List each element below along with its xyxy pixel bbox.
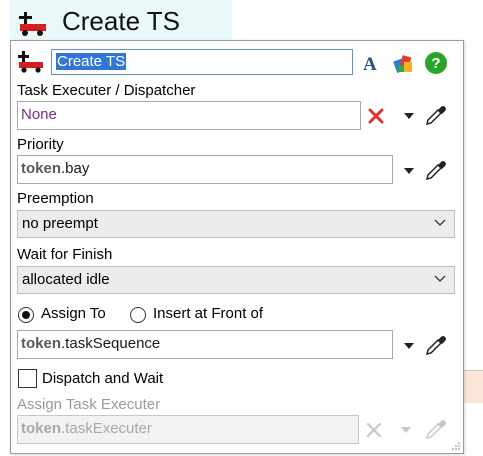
assign-task-executer-value: .taskExecuter (61, 420, 152, 437)
chevron-down-icon (434, 219, 446, 226)
eyedropper-icon[interactable] (424, 333, 448, 357)
assign-to-radio[interactable] (18, 307, 34, 323)
activity-name-input[interactable]: Create TS (51, 49, 353, 75)
insert-at-front-label: Insert at Front of (153, 305, 264, 322)
resize-grip-icon[interactable] (451, 441, 461, 451)
background-strip (462, 370, 483, 403)
task-executer-label: Task Executer / Dispatcher (17, 82, 196, 99)
svg-text:A: A (363, 54, 377, 73)
assign-task-executer-keyword: token (21, 420, 62, 437)
preemption-selected: no preempt (22, 215, 98, 232)
background-header: Create TS (10, 0, 232, 44)
priority-value: .bay (61, 160, 90, 177)
wait-for-finish-select[interactable]: allocated idle (17, 266, 455, 294)
delete-icon[interactable] (364, 104, 388, 128)
activity-name-value: Create TS (56, 53, 127, 70)
wait-for-finish-label: Wait for Finish (17, 246, 113, 263)
create-ts-panel: Create TS A ? Task Executer / Dispatcher… (10, 40, 464, 454)
dropdown-arrow-icon[interactable] (397, 159, 421, 183)
preemption-label: Preemption (17, 190, 94, 207)
delete-icon[interactable] (362, 418, 386, 442)
truck-icon (18, 51, 43, 73)
priority-field[interactable]: token.bay (17, 155, 393, 184)
eyedropper-icon[interactable] (424, 417, 448, 441)
preemption-select[interactable]: no preempt (17, 210, 455, 238)
assign-task-executer-field[interactable]: token.taskExecuter (17, 415, 359, 444)
assign-to-label: Assign To (41, 305, 106, 322)
dispatch-and-wait-checkbox[interactable] (18, 369, 37, 388)
wait-for-finish-selected: allocated idle (22, 271, 110, 288)
help-icon[interactable]: ? (424, 51, 448, 75)
task-sequence-field[interactable]: token.taskSequence (17, 330, 393, 359)
eyedropper-icon[interactable] (424, 158, 448, 182)
chevron-down-icon (434, 275, 446, 282)
task-sequence-value: .taskSequence (61, 335, 161, 352)
task-sequence-keyword: token (21, 335, 62, 352)
dropdown-arrow-icon[interactable] (397, 104, 421, 128)
svg-text:?: ? (431, 55, 440, 72)
dropdown-arrow-icon[interactable] (394, 418, 418, 442)
background-title: Create TS (62, 6, 181, 36)
task-executer-value: None (21, 106, 57, 123)
task-executer-field[interactable]: None (17, 101, 361, 130)
color-palette-icon[interactable] (392, 51, 416, 75)
priority-keyword: token (21, 160, 62, 177)
font-icon[interactable]: A (359, 51, 383, 75)
priority-label: Priority (17, 136, 64, 153)
dropdown-arrow-icon[interactable] (397, 334, 421, 358)
truck-icon (19, 12, 46, 36)
assign-task-executer-label: Assign Task Executer (17, 396, 161, 413)
eyedropper-icon[interactable] (424, 103, 448, 127)
insert-at-front-radio[interactable] (130, 307, 146, 323)
font-a-glyph: A (363, 54, 377, 73)
dispatch-and-wait-label: Dispatch and Wait (42, 370, 164, 387)
